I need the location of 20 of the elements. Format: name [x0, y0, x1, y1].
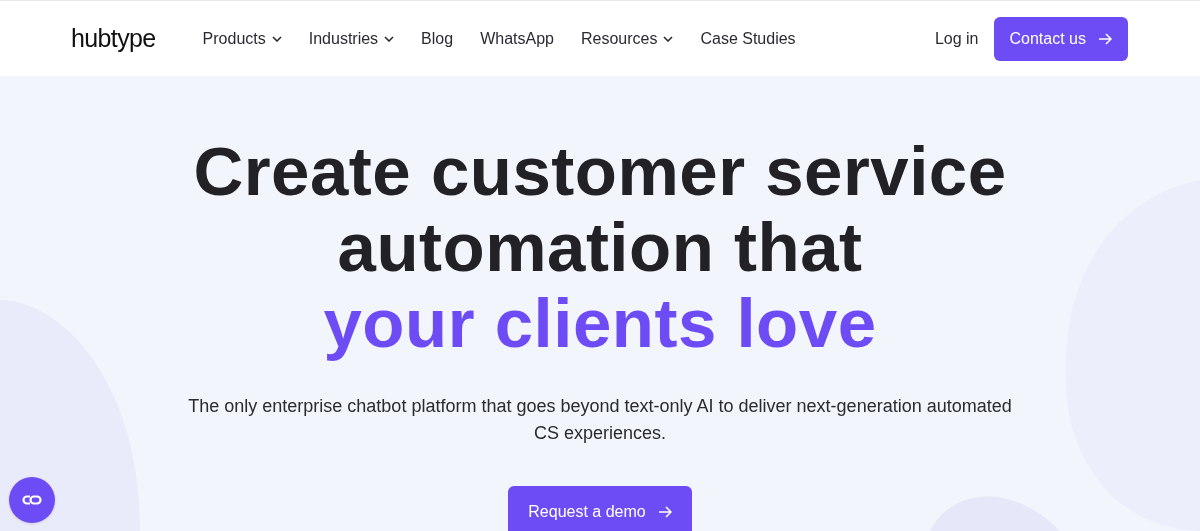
nav-link[interactable]: Resources	[580, 26, 674, 51]
link-icon	[21, 494, 43, 506]
headline-line: your clients love	[322, 286, 878, 362]
hero-subtitle: The only enterprise chatbot platform that goes beyond text-only AI to deliver next-generation automated CS experiences.	[187, 395, 1013, 445]
chevron-down-icon	[271, 35, 282, 42]
login-link[interactable]: Log in	[934, 26, 979, 51]
arrow-icon	[1098, 32, 1112, 45]
nav-link[interactable]: WhatsApp	[480, 26, 554, 51]
headline-line: Create customer service	[193, 134, 1007, 210]
nav-link[interactable]: Products	[202, 26, 282, 51]
nav-link[interactable]: Industries	[308, 26, 395, 51]
chevron-down-icon	[384, 35, 395, 42]
nav-link[interactable]: Blog	[421, 26, 454, 51]
nav-link[interactable]: Case Studies	[700, 26, 796, 51]
request-demo-button[interactable]: Request a demo	[508, 486, 692, 531]
contact-button[interactable]: Contact us	[993, 16, 1128, 61]
chevron-down-icon	[663, 35, 674, 42]
arrow-icon	[657, 506, 672, 518]
logo[interactable]: hubtype	[71, 19, 156, 58]
headline-line: automation that	[336, 210, 864, 286]
